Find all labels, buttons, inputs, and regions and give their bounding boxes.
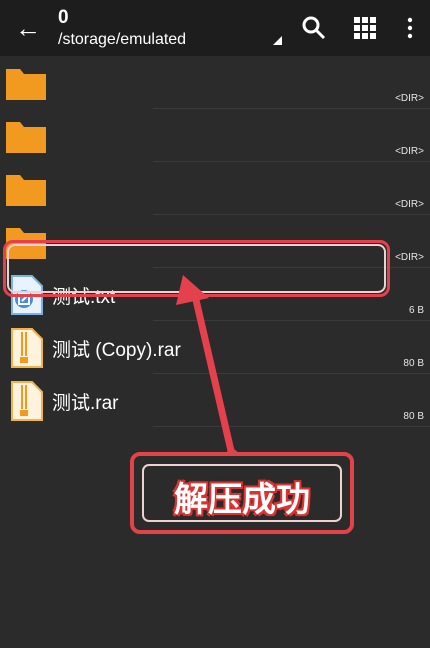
list-item[interactable]: 测试.rar 80 B xyxy=(0,374,430,427)
file-size: 80 B xyxy=(403,358,424,369)
divider xyxy=(153,426,430,427)
file-size: 80 B xyxy=(403,411,424,422)
success-callout-inner: 解压成功 xyxy=(142,464,342,522)
success-label: 解压成功 xyxy=(174,481,310,519)
success-callout: 解压成功 xyxy=(130,452,354,534)
back-arrow-icon[interactable]: ← xyxy=(14,14,42,42)
folder-title: 0 xyxy=(58,7,69,28)
item-meta: <DIR> xyxy=(395,199,424,210)
folder-icon xyxy=(6,175,46,206)
highlight-frame-inner xyxy=(7,244,386,293)
grid-view-icon[interactable] xyxy=(351,14,379,42)
search-icon[interactable] xyxy=(300,14,328,42)
file-name: 测试.rar xyxy=(52,393,119,414)
app-toolbar: ← 0 /storage/emulated xyxy=(0,0,430,56)
file-name: 测试 (Copy).rar xyxy=(52,340,181,361)
list-item[interactable]: 测试 (Copy).rar 80 B xyxy=(0,321,430,374)
archive-file-icon xyxy=(11,381,43,421)
file-size: 6 B xyxy=(408,305,424,316)
list-item[interactable]: <DIR> xyxy=(0,162,430,215)
item-meta: <DIR> xyxy=(395,93,424,104)
file-list: <DIR> <DIR> <DIR> <DIR> 测试.txt 6 B 测试 (C… xyxy=(0,56,430,648)
current-path[interactable]: /storage/emulated xyxy=(58,31,186,49)
item-meta: <DIR> xyxy=(395,252,424,263)
list-item[interactable]: <DIR> xyxy=(0,109,430,162)
item-meta: <DIR> xyxy=(395,146,424,157)
list-item[interactable]: <DIR> xyxy=(0,56,430,109)
archive-file-icon xyxy=(11,328,43,368)
folder-icon xyxy=(6,69,46,100)
folder-icon xyxy=(6,122,46,153)
more-icon[interactable] xyxy=(396,14,424,42)
path-dropdown-icon[interactable] xyxy=(273,36,282,45)
